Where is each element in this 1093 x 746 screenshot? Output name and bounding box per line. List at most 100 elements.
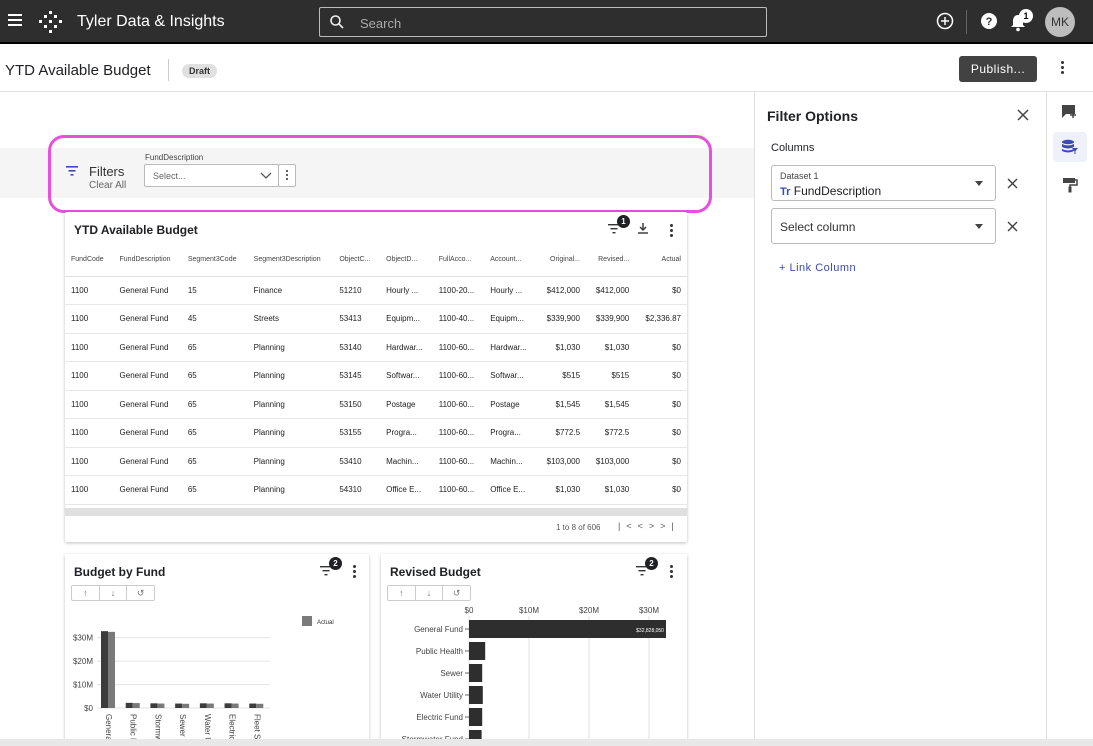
app-title[interactable]: Tyler Data & Insights [77, 13, 225, 31]
table-cell: 1100-60... [432, 333, 485, 362]
column-header[interactable]: Segment3Code [181, 244, 248, 277]
table-row[interactable]: 1100 General Fund 65 Planning 53410 Machin...… [65, 447, 687, 476]
column-header[interactable]: FundCode [65, 244, 114, 277]
user-avatar[interactable]: MK [1045, 7, 1075, 37]
publish-button[interactable]: Publish... [959, 56, 1037, 82]
table-cell: 53155 [333, 418, 381, 448]
page-title[interactable]: YTD Available Budget [5, 62, 151, 79]
dashboard-canvas: Filters Clear All FundDescription Select… [0, 92, 754, 746]
table-row[interactable]: 1100 General Fund 65 Planning 54310 Office E.… [65, 475, 687, 505]
table-cell: General Fund [113, 304, 182, 334]
table-cell: $0 [635, 447, 687, 476]
table-cell: Streets [247, 304, 334, 334]
table-more-icon[interactable] [669, 224, 673, 239]
tyler-logo-icon [39, 11, 62, 33]
filter-icon[interactable] [66, 166, 78, 176]
add-comment-icon [1062, 105, 1076, 118]
notification-badge: 1 [1019, 9, 1033, 23]
more-options-icon[interactable] [1058, 61, 1066, 76]
table-cell: $339,900 [586, 304, 636, 334]
table-cell: General Fund [113, 333, 182, 362]
link-column-button[interactable]: + Link Column [779, 262, 856, 274]
table-row[interactable]: 1100 General Fund 65 Planning 53155 Progra...… [65, 418, 687, 448]
table-cell: 65 [181, 418, 248, 448]
y-tick-label: $20M [73, 657, 93, 666]
column-header[interactable]: ObjectC... [333, 244, 381, 277]
column-select-2[interactable]: Select column [771, 208, 996, 244]
table-cell: 1100 [65, 361, 114, 391]
status-badge: Draft [182, 64, 218, 78]
close-icon[interactable] [1017, 109, 1029, 121]
table-cell: 51210 [333, 276, 381, 305]
column-header[interactable]: Original... [536, 244, 587, 277]
bar [199, 703, 207, 708]
prev-page-icon[interactable]: < [638, 521, 649, 531]
table-cell: $515 [536, 361, 587, 391]
help-icon[interactable]: ? [980, 12, 998, 30]
column-header[interactable]: Actual [635, 244, 687, 277]
add-circle-icon[interactable] [936, 12, 954, 30]
column-header[interactable]: Revised... [586, 244, 636, 277]
table-cell: $772.5 [586, 418, 636, 448]
x-tick-label: $10M [519, 606, 539, 615]
pager-controls: |<<>>| [618, 521, 680, 531]
search-input[interactable] [360, 13, 740, 33]
column-header[interactable]: ObjectD... [380, 244, 433, 277]
first-page-icon[interactable]: |< [618, 521, 638, 531]
y-tick-label: $0 [84, 704, 93, 713]
table-row[interactable]: 1100 General Fund 65 Planning 53140 Hardwar..… [65, 333, 687, 362]
column-select-1[interactable]: Dataset 1 Tr FundDescription [771, 165, 996, 201]
table-cell: Equipm... [484, 304, 537, 334]
column-select-placeholder: Select column [780, 220, 856, 234]
data-table: FundCode FundDescription Segment3Code Segme… [65, 244, 687, 505]
next-page-icon[interactable]: > [649, 521, 660, 531]
table-row[interactable]: 1100 General Fund 45 Streets 53413 Equipm... 1… [65, 304, 687, 334]
data-filter-button[interactable] [1053, 132, 1087, 162]
last-page-icon[interactable]: >| [660, 521, 680, 531]
column-header[interactable]: Account... [484, 244, 537, 277]
sort-asc-icon[interactable]: ↑ [72, 586, 100, 600]
table-card: YTD Available Budget 1 FundCode FundDescr… [65, 212, 687, 542]
bar [182, 703, 190, 708]
search-box[interactable] [319, 7, 767, 37]
table-row[interactable]: 1100 General Fund 15 Finance 51210 Hourly ...… [65, 276, 687, 305]
format-button[interactable] [1053, 170, 1087, 200]
x-tick-label: $20M [579, 606, 599, 615]
table-cell: Postage [380, 390, 433, 419]
table-cell: $1,030 [536, 333, 587, 362]
table-row[interactable]: 1100 General Fund 65 Planning 53145 Softwar..… [65, 361, 687, 391]
remove-column-2-icon[interactable] [1007, 221, 1018, 232]
table-cell: General Fund [113, 475, 182, 505]
table-cell: 65 [181, 475, 248, 505]
table-cell: $1,030 [586, 475, 636, 505]
reset-sort-icon[interactable]: ↺ [127, 586, 154, 600]
table-row[interactable]: 1100 General Fund 65 Planning 53150 Postage 11… [65, 390, 687, 419]
column-header[interactable]: FundDescription [113, 244, 182, 277]
column-value: Tr FundDescription [780, 184, 881, 198]
bar [224, 703, 232, 708]
clear-all-link[interactable]: Clear All [89, 180, 126, 191]
table-cell: $0 [635, 333, 687, 362]
table-cell: 1100-20... [432, 276, 485, 305]
table-cell: Machin... [380, 447, 433, 476]
database-filter-icon [1062, 139, 1078, 154]
horizontal-scrollbar[interactable] [65, 508, 687, 516]
caret-down-icon [975, 181, 983, 186]
fund-filter-select[interactable]: Select... [144, 164, 279, 187]
add-widget-button[interactable] [1053, 97, 1087, 127]
table-cell: 1100 [65, 304, 114, 334]
table-cell: 53410 [333, 447, 381, 476]
sort-desc-icon[interactable]: ↓ [100, 586, 128, 600]
chart2-more-icon[interactable] [669, 565, 673, 580]
hamburger-menu-icon[interactable] [8, 14, 22, 26]
download-icon[interactable] [637, 222, 649, 234]
table-cell: 1100 [65, 447, 114, 476]
column-header[interactable]: Segment3Description [247, 244, 334, 277]
chart1-more-icon[interactable] [352, 565, 356, 580]
legend-swatch [302, 616, 312, 626]
table-cell: 1100 [65, 390, 114, 419]
svg-text:?: ? [986, 16, 993, 28]
remove-column-1-icon[interactable] [1007, 178, 1018, 189]
column-header[interactable]: FullAcco... [432, 244, 485, 277]
fund-filter-more-icon[interactable] [278, 164, 296, 187]
